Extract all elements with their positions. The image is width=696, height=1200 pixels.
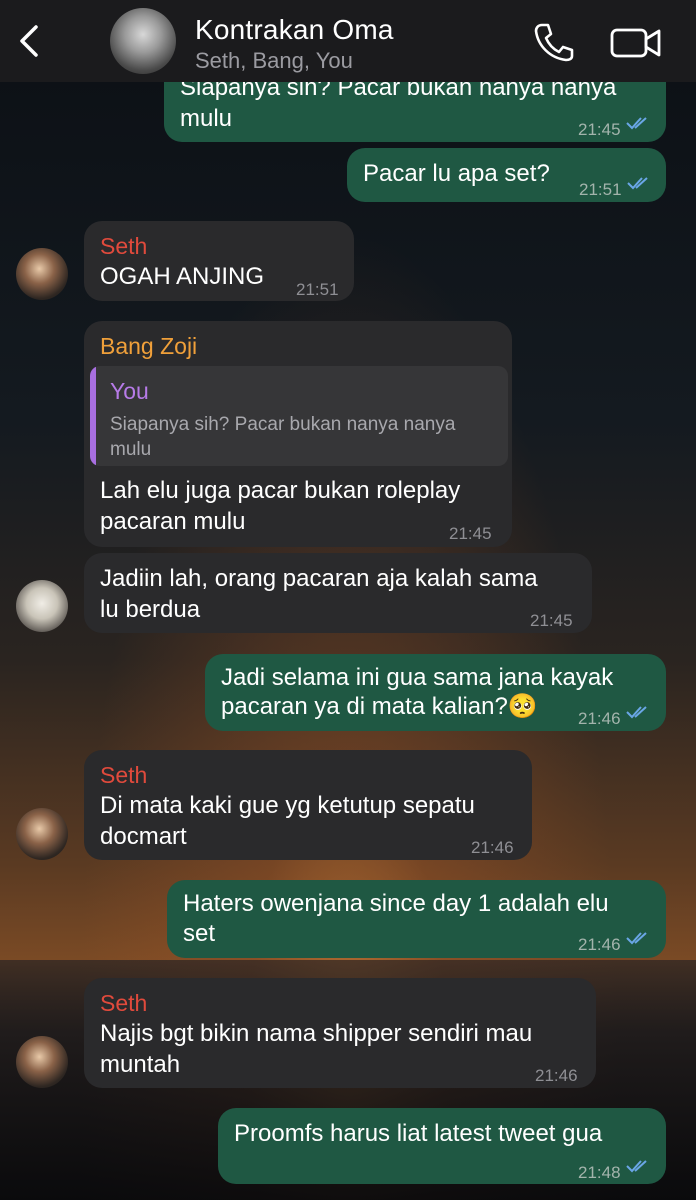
message-time: 21:46 xyxy=(578,935,621,954)
avatar-bang[interactable] xyxy=(16,580,68,632)
chat-members[interactable]: Seth, Bang, You xyxy=(195,48,353,74)
message-time: 21:45 xyxy=(578,120,621,139)
message-time: 21:51 xyxy=(296,280,339,299)
quote-text: Siapanya sih? Pacar bukan nanya nanya mu… xyxy=(110,414,456,458)
message-text: Najis bgt bikin nama shipper sendiri mau xyxy=(100,1020,533,1047)
avatar-seth[interactable] xyxy=(16,248,68,300)
message-outgoing[interactable]: Jadi selama ini gua sama jana kayak paca… xyxy=(205,654,666,731)
sender-name: Seth xyxy=(100,762,148,788)
message-outgoing[interactable]: Proomfs harus liat latest tweet gua 21:4… xyxy=(218,1108,666,1184)
message-text: pacaran mulu xyxy=(100,508,246,535)
message-text: mulu xyxy=(180,105,233,132)
quote-sender: You xyxy=(110,378,149,404)
chat-title[interactable]: Kontrakan Oma xyxy=(195,14,394,46)
message-text: set xyxy=(183,920,216,947)
read-ticks-icon xyxy=(626,706,647,719)
message-incoming[interactable]: Seth Di mata kaki gue yg ketutup sepatu … xyxy=(84,750,532,860)
group-avatar[interactable] xyxy=(110,8,176,74)
message-text: lu berdua xyxy=(100,596,201,623)
chat-header: Kontrakan Oma Seth, Bang, You xyxy=(0,0,696,82)
message-text: OGAH ANJING xyxy=(100,263,265,290)
message-text: Jadiin lah, orang pacaran aja kalah sama xyxy=(100,565,538,592)
message-time: 21:46 xyxy=(471,838,514,857)
avatar-seth[interactable] xyxy=(16,1036,68,1088)
message-time: 21:46 xyxy=(535,1066,578,1085)
sender-name: Seth xyxy=(100,990,148,1016)
message-text: Haters owenjana since day 1 adalah elu xyxy=(183,890,609,917)
message-text: muntah xyxy=(100,1051,181,1078)
message-incoming[interactable]: Seth Najis bgt bikin nama shipper sendir… xyxy=(84,978,596,1088)
message-incoming[interactable]: Seth OGAH ANJING 21:51 xyxy=(84,221,354,301)
message-text: Jadi selama ini gua sama jana kayak xyxy=(221,664,614,691)
message-text: Proomfs harus liat latest tweet gua xyxy=(234,1120,603,1147)
read-ticks-icon xyxy=(626,932,647,945)
sender-name: Bang Zoji xyxy=(100,333,198,359)
message-time: 21:51 xyxy=(579,180,622,199)
message-text: Lah elu juga pacar bukan roleplay xyxy=(100,477,461,504)
message-text: pacaran ya di mata kalian?🥺 xyxy=(221,693,538,720)
phone-icon[interactable] xyxy=(533,22,575,62)
quoted-message[interactable]: You Siapanya sih? Pacar bukan nanya nany… xyxy=(90,366,508,466)
message-text: Pacar lu apa set? xyxy=(363,160,550,187)
avatar-seth[interactable] xyxy=(16,808,68,860)
read-ticks-icon xyxy=(626,117,647,130)
chevron-left-icon[interactable] xyxy=(14,24,44,58)
sender-name: Seth xyxy=(100,233,148,259)
quote-bar xyxy=(90,366,96,466)
message-incoming[interactable]: Jadiin lah, orang pacaran aja kalah sama… xyxy=(84,553,592,633)
message-outgoing[interactable]: Pacar lu apa set? 21:51 xyxy=(347,148,666,202)
read-ticks-icon xyxy=(627,177,648,190)
read-ticks-icon xyxy=(626,1160,647,1173)
message-outgoing[interactable]: Haters owenjana since day 1 adalah elu s… xyxy=(167,880,666,958)
message-time: 21:46 xyxy=(578,709,621,728)
message-text: Di mata kaki gue yg ketutup sepatu xyxy=(100,792,475,819)
message-time: 21:45 xyxy=(530,611,573,630)
message-text: docmart xyxy=(100,823,187,850)
message-time: 21:48 xyxy=(578,1163,621,1182)
video-camera-icon[interactable] xyxy=(610,26,662,60)
message-time: 21:45 xyxy=(449,524,492,543)
